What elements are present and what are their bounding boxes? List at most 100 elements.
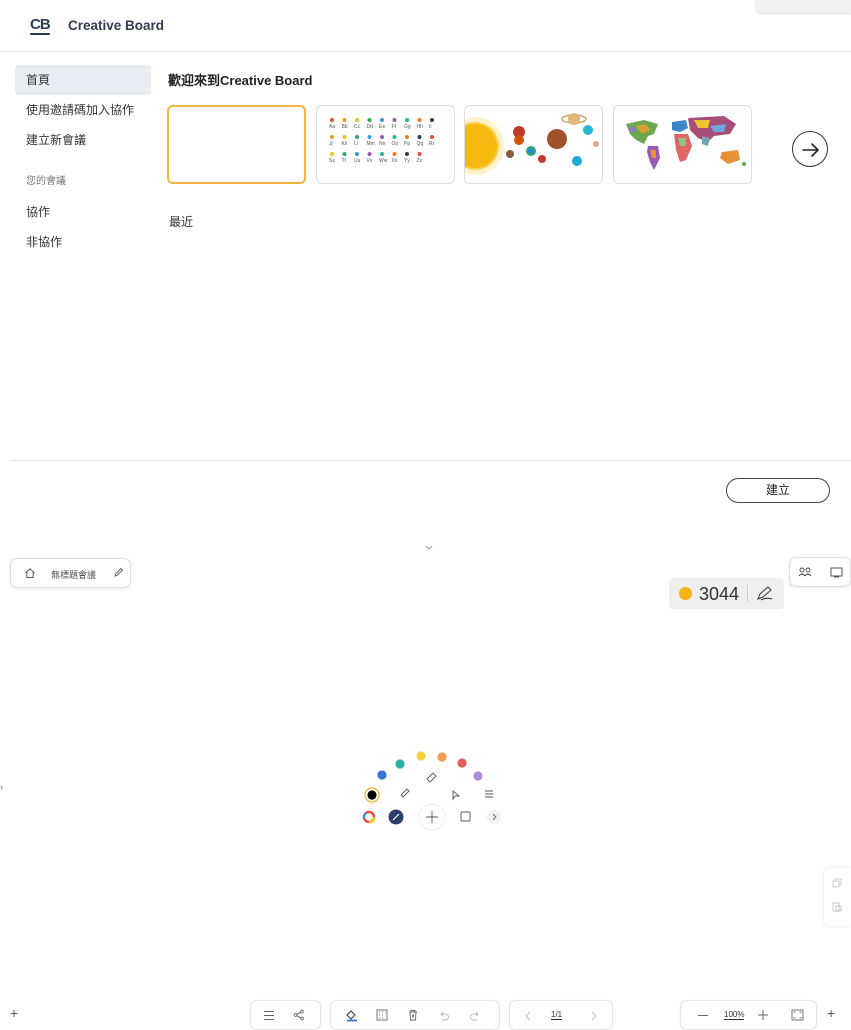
alphabet-icon xyxy=(342,135,347,139)
alphabet-icon xyxy=(355,152,359,156)
prev-page-icon[interactable] xyxy=(524,1011,532,1021)
solar-system-preview: · xyxy=(465,113,599,183)
alphabet-letter: Cc xyxy=(354,124,361,130)
alphabet-letter: Pp xyxy=(404,141,410,147)
alphabet-letter: Ee xyxy=(379,124,385,130)
redo-icon[interactable] xyxy=(469,1010,481,1021)
minus-icon[interactable] xyxy=(697,1014,709,1017)
copy-icon[interactable] xyxy=(832,878,842,888)
sidebar-item-join-by-code[interactable]: 使用邀請碼加入協作 xyxy=(15,95,151,125)
alphabet-icon xyxy=(417,135,422,139)
pen-tool-icon xyxy=(400,788,410,798)
sidebar-item-collaborative[interactable]: 協作 xyxy=(15,197,151,227)
people-icon[interactable] xyxy=(798,567,812,577)
undo-icon[interactable] xyxy=(438,1010,450,1021)
alphabet-icon xyxy=(380,152,384,156)
coin-icon xyxy=(679,587,692,600)
alphabet-icon xyxy=(417,152,422,156)
alphabet-letter: Rr xyxy=(429,141,435,147)
left-panel-toggle[interactable]: › xyxy=(0,782,3,792)
template-solar-system[interactable]: · xyxy=(464,105,603,184)
side-mini-panel xyxy=(824,868,851,926)
alphabet-preview: Aa Bb Cc Dd Ee Ff Gg Hh Ii Jj Kk Ll Mm Nn Oo Pp Qq Rr Ss Tt… xyxy=(329,118,435,164)
pencil-icon[interactable] xyxy=(113,567,124,578)
color-swatch[interactable] xyxy=(377,770,387,780)
template-blank[interactable] xyxy=(167,105,306,184)
share-icon[interactable] xyxy=(293,1009,305,1021)
pattern-icon[interactable] xyxy=(376,1009,388,1021)
top-right-toolbar xyxy=(789,557,851,587)
alphabet-letter: Qq xyxy=(417,141,424,147)
score-panel: 3044 xyxy=(669,578,784,609)
alphabet-icon xyxy=(342,118,347,122)
delete-icon[interactable] xyxy=(407,1009,419,1021)
alphabet-letter: Gg xyxy=(404,124,411,130)
paste-icon[interactable] xyxy=(832,902,842,912)
zoom-group xyxy=(680,1000,817,1030)
sidebar-section-label: 您的會議 xyxy=(26,176,66,187)
next-templates-button[interactable] xyxy=(792,131,828,167)
fit-screen-icon[interactable] xyxy=(791,1009,804,1021)
color-swatch[interactable] xyxy=(416,751,426,761)
palette-graphic xyxy=(362,751,501,831)
chevron-down-icon[interactable] xyxy=(425,543,433,553)
alphabet-letter: Hh xyxy=(417,124,424,130)
alphabet-icon xyxy=(367,135,372,139)
plus-icon[interactable]: + xyxy=(827,1005,835,1021)
template-alphabet[interactable]: Aa Bb Cc Dd Ee Ff Gg Hh Ii Jj Kk Ll Mm Nn Oo Pp Qq Rr Ss Tt… xyxy=(316,105,455,184)
pen-icon[interactable] xyxy=(755,585,775,603)
alphabet-letter: Yy xyxy=(404,158,410,164)
next-page-icon[interactable] xyxy=(590,1011,598,1021)
alphabet-letter: Mm xyxy=(367,141,375,147)
alphabet-letter: Ss xyxy=(329,158,335,164)
alphabet-icon xyxy=(392,152,397,156)
template-world-map[interactable] xyxy=(613,105,752,184)
alphabet-icon xyxy=(355,118,359,122)
alphabet-icon xyxy=(330,135,334,139)
alphabet-icon xyxy=(330,152,334,156)
sidebar-item-non-collaborative[interactable]: 非協作 xyxy=(15,227,151,257)
header: CB Creative Board xyxy=(0,0,851,52)
alphabet-letter: Tt xyxy=(342,158,347,164)
alphabet-letter: Uu xyxy=(354,158,361,164)
recent-label: 最近 xyxy=(169,215,194,229)
menu-share-group xyxy=(250,1000,321,1030)
fill-icon[interactable] xyxy=(345,1009,359,1022)
alphabet-icon xyxy=(330,118,334,122)
alphabet-letter: Ff xyxy=(392,124,397,130)
screen-icon[interactable] xyxy=(830,567,843,578)
color-swatch[interactable] xyxy=(473,771,483,781)
edit-tools-group xyxy=(330,1000,500,1030)
alphabet-letter: Ww xyxy=(379,158,388,164)
alphabet-icon xyxy=(405,135,409,139)
alphabet-letter: Xx xyxy=(392,158,398,164)
hamburger-icon xyxy=(485,790,493,798)
color-swatch[interactable] xyxy=(395,759,405,769)
alphabet-letter: Jj xyxy=(329,141,333,147)
board-title-bar: 無標題會議 xyxy=(10,558,131,588)
svg-text:·: · xyxy=(468,179,469,183)
create-button[interactable]: 建立 xyxy=(726,478,830,503)
color-swatch[interactable] xyxy=(457,758,467,768)
alphabet-letter: Nn xyxy=(379,141,386,147)
plus-icon[interactable]: + xyxy=(10,1005,18,1021)
color-swatch[interactable] xyxy=(437,752,447,762)
alphabet-letter: Zz xyxy=(417,158,423,164)
app-logo: CB xyxy=(30,16,56,38)
alphabet-icon xyxy=(367,152,372,156)
alphabet-icon xyxy=(392,135,397,139)
sidebar-item-new-meeting[interactable]: 建立新會議 xyxy=(15,125,151,155)
alphabet-letter: Oo xyxy=(392,141,399,147)
alphabet-icon xyxy=(430,135,434,139)
hamburger-icon[interactable] xyxy=(263,1010,275,1021)
home-icon[interactable] xyxy=(24,567,36,579)
alphabet-icon xyxy=(342,152,347,156)
alphabet-icon xyxy=(380,135,384,139)
plus-icon[interactable] xyxy=(757,1009,769,1021)
alphabet-icon xyxy=(417,118,422,122)
logo-text: CB xyxy=(30,16,51,33)
alphabet-icon xyxy=(380,118,384,122)
zoom-level[interactable]: 100% xyxy=(724,1010,745,1020)
sidebar-item-home[interactable]: 首頁 xyxy=(15,65,151,95)
page-indicator[interactable]: 1/1 xyxy=(551,1010,563,1020)
